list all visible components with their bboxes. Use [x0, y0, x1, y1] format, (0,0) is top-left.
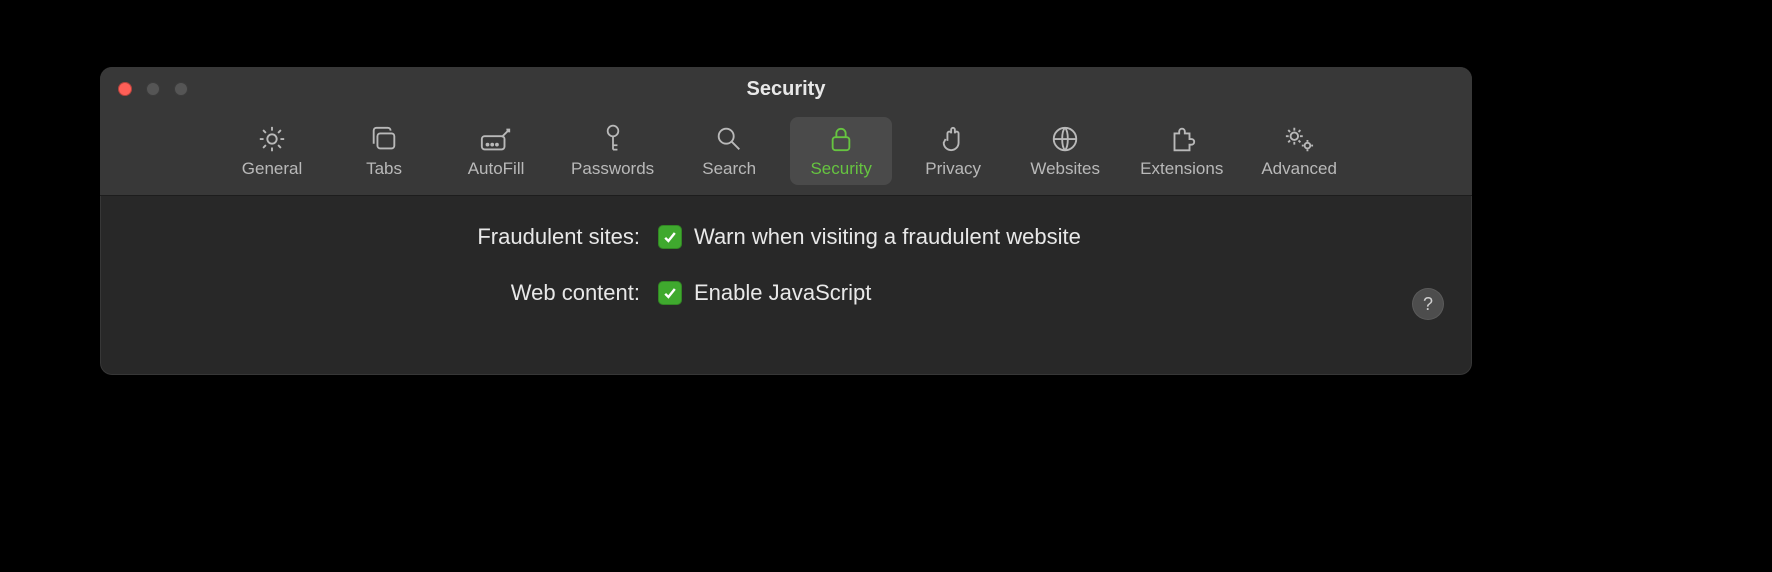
titlebar: Security — [100, 67, 1472, 111]
checkbox-webcontent[interactable] — [658, 281, 682, 305]
group-label-fraudulent: Fraudulent sites: — [130, 224, 658, 250]
help-label: ? — [1423, 294, 1433, 315]
tab-label: Passwords — [571, 159, 654, 179]
tab-label: Search — [702, 159, 756, 179]
tab-privacy[interactable]: Privacy — [902, 117, 1004, 185]
help-button[interactable]: ? — [1412, 288, 1444, 320]
tabs-icon — [366, 123, 402, 155]
checkbox-label: Enable JavaScript — [694, 280, 871, 306]
tab-advanced[interactable]: Advanced — [1247, 117, 1351, 185]
tab-security[interactable]: Security — [790, 117, 892, 185]
tab-label: Tabs — [366, 159, 402, 179]
tab-label: Advanced — [1261, 159, 1337, 179]
tab-label: Security — [810, 159, 871, 179]
key-icon — [595, 123, 631, 155]
checkbox-label: Warn when visiting a fraudulent website — [694, 224, 1081, 250]
window-close-button[interactable] — [118, 82, 132, 96]
setting-row-webcontent: Web content: Enable JavaScript — [130, 280, 1442, 306]
checkbox-group-webcontent[interactable]: Enable JavaScript — [658, 280, 871, 306]
gears-icon — [1281, 123, 1317, 155]
traffic-lights — [100, 82, 188, 96]
preferences-window: Security General Tabs AutoFill Passwords — [100, 67, 1472, 375]
checkbox-group-fraudulent[interactable]: Warn when visiting a fraudulent website — [658, 224, 1081, 250]
tab-passwords[interactable]: Passwords — [557, 117, 668, 185]
checkbox-fraudulent[interactable] — [658, 225, 682, 249]
autofill-icon — [478, 123, 514, 155]
globe-icon — [1047, 123, 1083, 155]
tab-autofill[interactable]: AutoFill — [445, 117, 547, 185]
setting-row-fraudulent: Fraudulent sites: Warn when visiting a f… — [130, 224, 1442, 250]
tab-label: AutoFill — [468, 159, 525, 179]
search-icon — [711, 123, 747, 155]
tab-label: Privacy — [925, 159, 981, 179]
tab-tabs[interactable]: Tabs — [333, 117, 435, 185]
hand-icon — [935, 123, 971, 155]
tab-extensions[interactable]: Extensions — [1126, 117, 1237, 185]
group-label-webcontent: Web content: — [130, 280, 658, 306]
window-maximize-button[interactable] — [174, 82, 188, 96]
content-pane: Fraudulent sites: Warn when visiting a f… — [100, 196, 1472, 336]
tab-label: Websites — [1030, 159, 1100, 179]
tab-search[interactable]: Search — [678, 117, 780, 185]
window-minimize-button[interactable] — [146, 82, 160, 96]
tab-websites[interactable]: Websites — [1014, 117, 1116, 185]
preferences-toolbar: General Tabs AutoFill Passwords Search — [100, 111, 1472, 196]
gear-icon — [254, 123, 290, 155]
lock-icon — [823, 123, 859, 155]
tab-label: Extensions — [1140, 159, 1223, 179]
tab-label: General — [242, 159, 302, 179]
tab-general[interactable]: General — [221, 117, 323, 185]
puzzle-icon — [1164, 123, 1200, 155]
window-title: Security — [100, 78, 1472, 101]
